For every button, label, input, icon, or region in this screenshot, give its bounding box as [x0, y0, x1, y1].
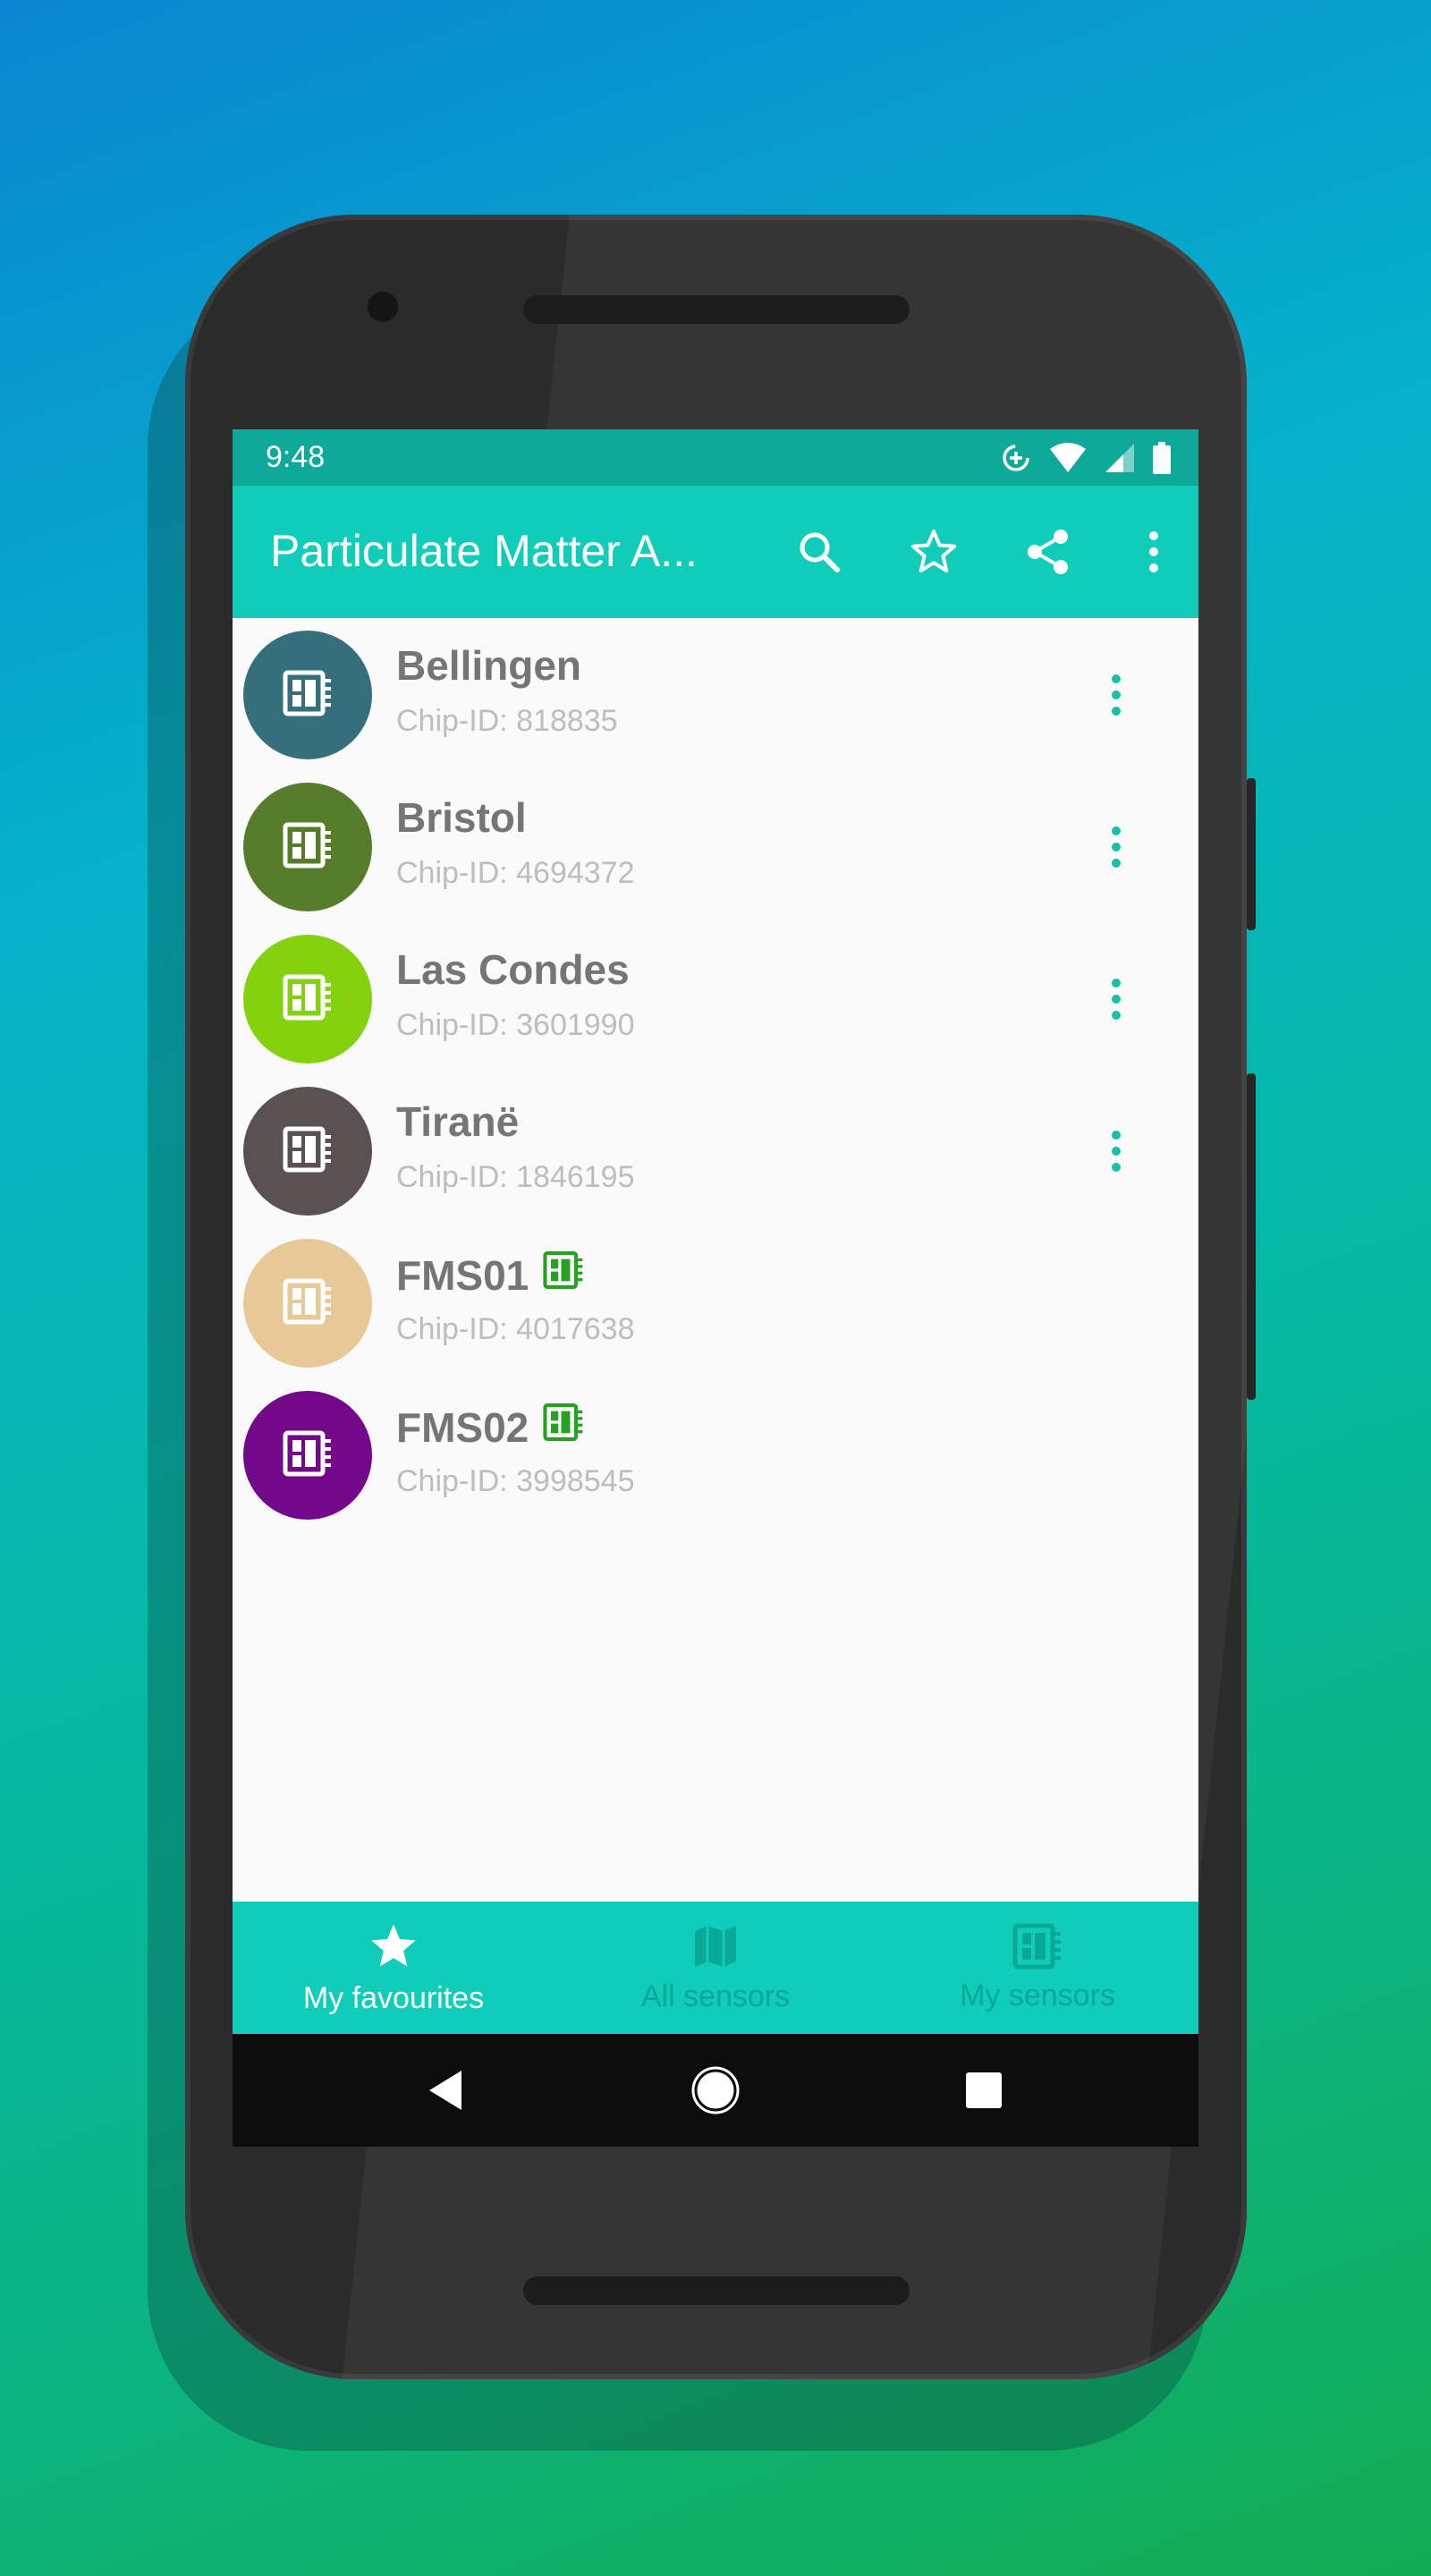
app-bar: Particulate Matter A... [233, 486, 1198, 618]
sensor-name: FMS02 [396, 1402, 584, 1453]
sensor-name: Bellingen [396, 641, 581, 690]
sensor-name: Bristol [396, 793, 527, 842]
star-icon [371, 1923, 416, 1967]
search-button[interactable] [783, 516, 855, 588]
sensor-name: FMS01 [396, 1250, 584, 1301]
sensor-item-menu-button[interactable] [1080, 659, 1152, 731]
sensor-list-item[interactable]: FMS02 Chip-ID: 3998545 [233, 1378, 1198, 1530]
own-sensor-icon [543, 1402, 584, 1453]
tab-my-sensors[interactable]: My sensors [876, 1902, 1198, 2034]
search-icon [800, 532, 840, 572]
tab-label: My favourites [302, 1980, 485, 2015]
sensor-item-menu-button[interactable] [1080, 1115, 1152, 1187]
signal-icon [1104, 442, 1136, 479]
battery-icon [1152, 442, 1172, 479]
home-button[interactable] [689, 2063, 742, 2117]
map-icon [695, 1925, 736, 1967]
system-navigation-bar [233, 2034, 1198, 2147]
own-sensor-icon [543, 1250, 584, 1301]
wifi-icon [1048, 442, 1088, 479]
recents-button[interactable] [957, 2063, 1011, 2117]
power-button [1247, 778, 1256, 930]
sensor-list-item[interactable]: Tiranë Chip-ID: 1846195 [233, 1074, 1198, 1226]
sensor-chip-icon [283, 1428, 333, 1483]
sensor-chip-id: Chip-ID: 3998545 [396, 1464, 635, 1498]
status-icons [1000, 442, 1172, 479]
sensor-name-text: Bellingen [396, 642, 582, 689]
home-circle-icon [691, 2066, 740, 2114]
tab-label: My sensors [960, 1978, 1115, 2012]
share-icon [1028, 530, 1068, 574]
top-speaker [523, 295, 910, 324]
recents-square-icon [966, 2072, 1002, 2108]
volume-button [1247, 1073, 1256, 1400]
sensor-list-item[interactable]: Bristol Chip-ID: 4694372 [233, 770, 1198, 922]
sensor-item-menu-button[interactable] [1080, 963, 1152, 1035]
sensor-avatar [243, 783, 372, 911]
more-vert-icon [1112, 826, 1121, 868]
back-triangle-icon [429, 2071, 461, 2110]
sensor-chip-icon [283, 1124, 333, 1179]
sensor-name: Tiranë [396, 1097, 519, 1146]
sensor-name-text: Tiranë [396, 1098, 520, 1145]
sensor-chip-icon [283, 972, 333, 1027]
sensor-avatar [243, 1391, 372, 1520]
sensor-avatar [243, 1239, 372, 1368]
data-saver-icon [1000, 442, 1032, 479]
sensor-name-text: FMS01 [396, 1251, 529, 1299]
tab-my-favourites[interactable]: My favourites [233, 1902, 555, 2034]
sensor-chip-id: Chip-ID: 4694372 [396, 856, 635, 890]
more-vert-icon [1112, 1131, 1121, 1172]
sensor-list-item[interactable]: FMS01 Chip-ID: 4017638 [233, 1226, 1198, 1378]
sensor-chip-icon [283, 1276, 333, 1331]
more-vert-icon [1112, 979, 1121, 1020]
favourite-button[interactable] [898, 516, 970, 588]
app-title: Particulate Matter A... [270, 526, 698, 576]
tab-all-sensors[interactable]: All sensors [555, 1902, 876, 2034]
overflow-menu-button[interactable] [1118, 516, 1190, 588]
sensor-chip-icon [283, 668, 333, 723]
sensor-name-text: Las Condes [396, 946, 630, 993]
sensor-chip-id: Chip-ID: 3601990 [396, 1008, 635, 1042]
sensor-avatar [243, 631, 372, 759]
sensor-list: Bellingen Chip-ID: 818835 Bristol Chip-ID: … [233, 618, 1198, 1530]
more-vert-icon [1112, 674, 1121, 716]
more-vert-icon [1149, 531, 1158, 572]
tab-label: All sensors [640, 1979, 791, 2013]
sensor-list-item[interactable]: Las Condes Chip-ID: 3601990 [233, 922, 1198, 1074]
sensor-avatar [243, 1087, 372, 1216]
sensor-chip-icon [283, 820, 333, 875]
back-button[interactable] [419, 2063, 472, 2117]
sensor-chip-id: Chip-ID: 4017638 [396, 1312, 635, 1346]
sensor-name-text: Bristol [396, 794, 527, 841]
sensor-name-text: FMS02 [396, 1403, 529, 1451]
bottom-navigation: My favourites All sensors My sensors [233, 1902, 1198, 2034]
sensor-chip-id: Chip-ID: 818835 [396, 704, 618, 738]
sensor-avatar [243, 935, 372, 1063]
sensor-name: Las Condes [396, 945, 630, 994]
star-outline-icon [911, 530, 956, 572]
sensor-list-item[interactable]: Bellingen Chip-ID: 818835 [233, 618, 1198, 770]
bottom-speaker [523, 2276, 910, 2305]
share-button[interactable] [1012, 516, 1084, 588]
app-screen: 9:48 Particulate Matter A... Bellingen C… [233, 429, 1198, 2147]
status-time: 9:48 [266, 440, 326, 474]
status-bar: 9:48 [233, 429, 1198, 486]
front-camera [368, 292, 398, 322]
sensor-chip-id: Chip-ID: 1846195 [396, 1160, 635, 1194]
sensor-item-menu-button[interactable] [1080, 811, 1152, 883]
sensor-icon [1012, 1923, 1061, 1969]
